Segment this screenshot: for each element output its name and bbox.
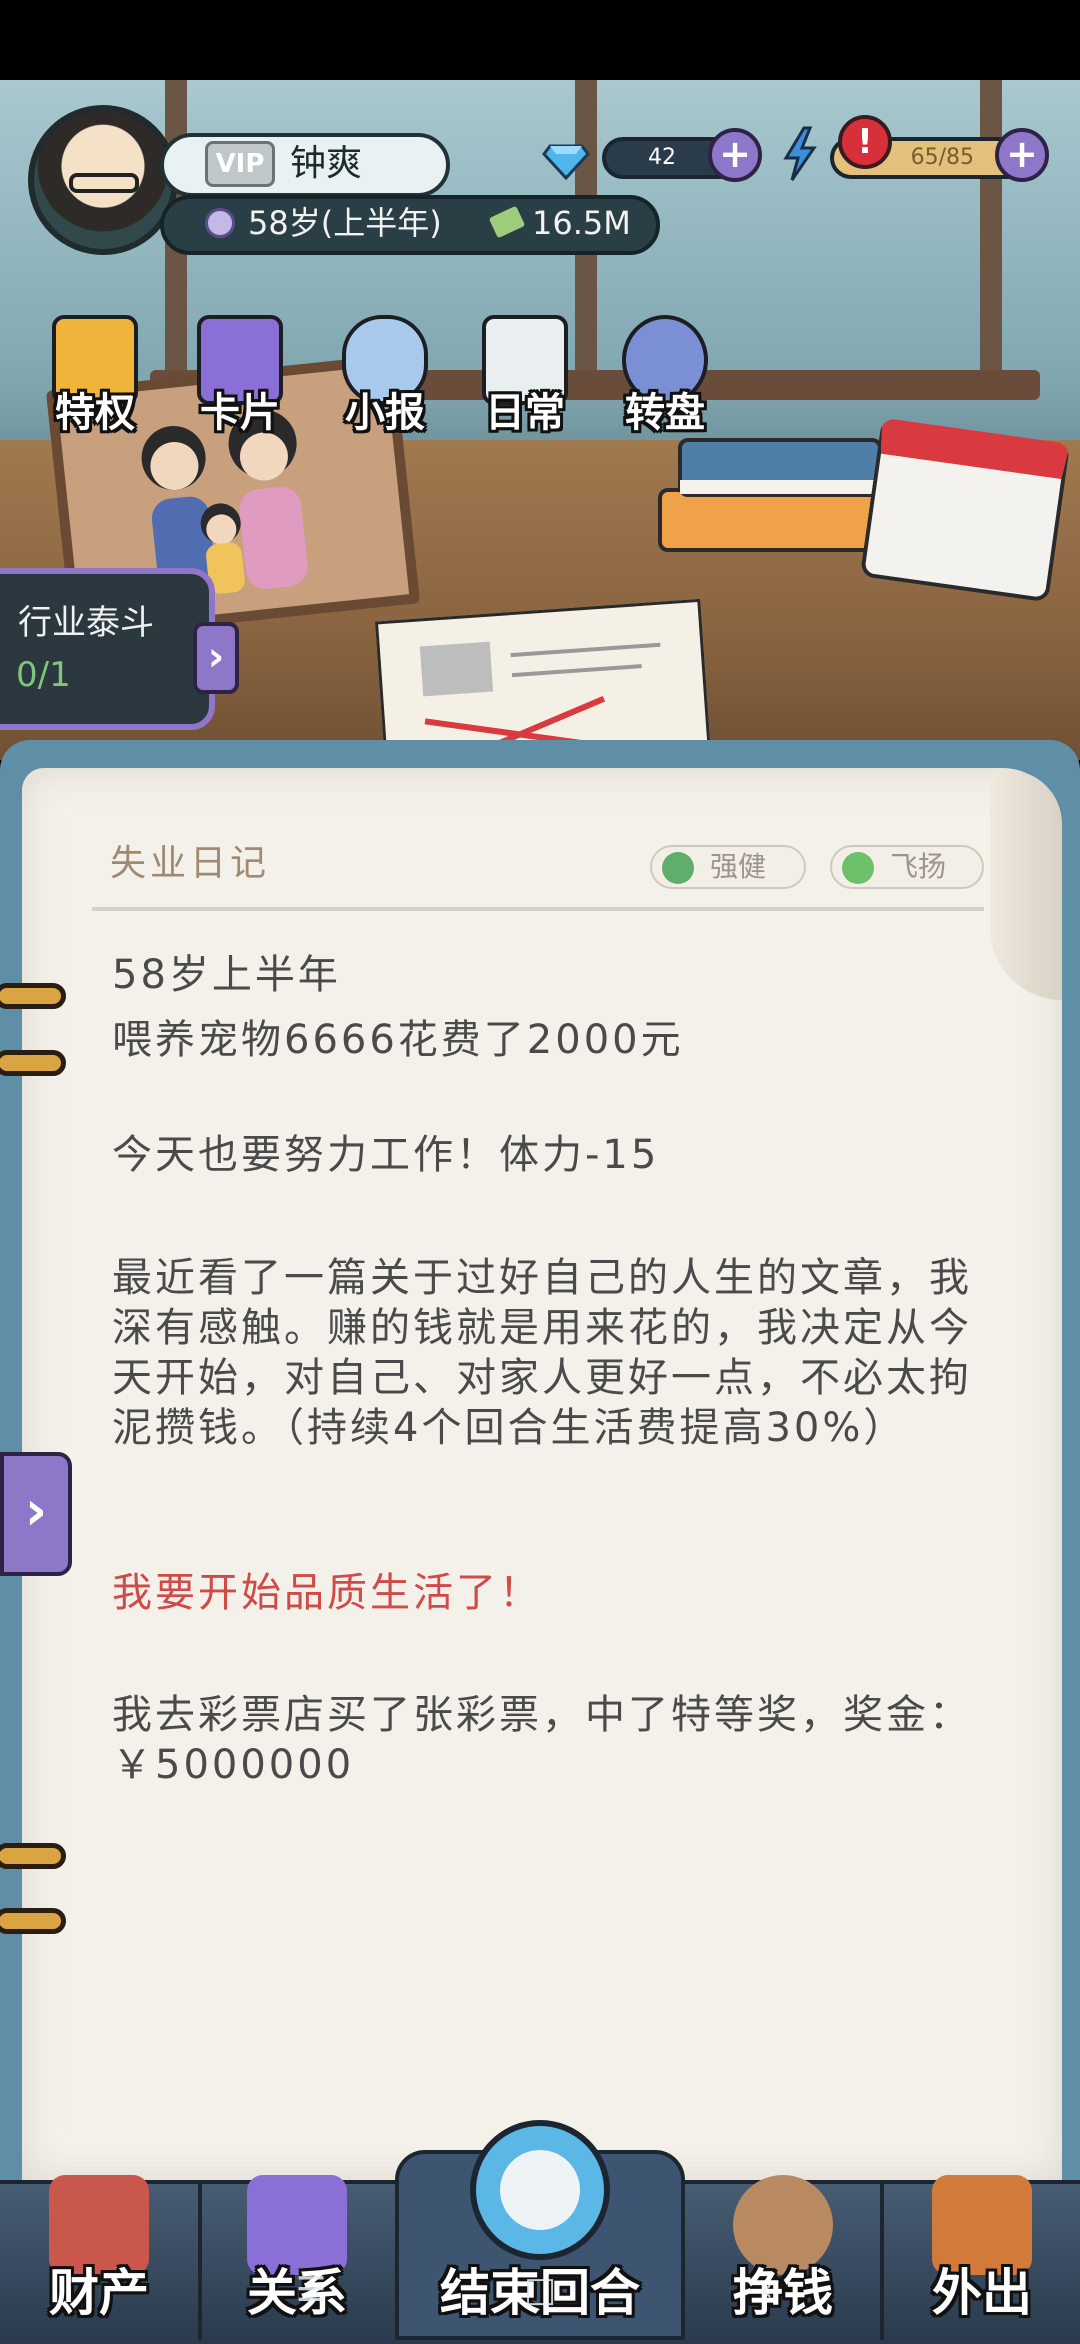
status-tag-mood: 飞扬 bbox=[830, 845, 984, 889]
page-curl bbox=[990, 770, 1062, 1000]
glasses-icon bbox=[69, 173, 139, 193]
window-frame bbox=[980, 80, 1002, 380]
calendar bbox=[859, 417, 1071, 603]
mission-panel[interactable] bbox=[0, 568, 215, 730]
diamond-icon bbox=[542, 144, 590, 181]
nav-go-out[interactable]: 外出 bbox=[884, 2175, 1080, 2340]
menu-daily[interactable]: 日常 bbox=[460, 315, 590, 445]
player-avatar[interactable] bbox=[28, 105, 178, 255]
system-menu-icon[interactable]: ☰ bbox=[296, 2270, 326, 2310]
heart-icon bbox=[842, 852, 874, 884]
player-name: 钟爽 bbox=[290, 143, 363, 184]
status-bar bbox=[0, 0, 1080, 80]
diary-entry: 最近看了一篇关于过好自己的人生的文章，我深有感触。赚的钱就是用来花的，我决定从今… bbox=[112, 1255, 972, 1451]
menu-wheel[interactable]: 转盘 bbox=[600, 315, 730, 445]
nav-earn[interactable]: 挣钱 bbox=[688, 2175, 878, 2340]
diary-entry: 喂养宠物6666花费了2000元 bbox=[112, 1017, 684, 1063]
player-cash: 16.5M bbox=[532, 204, 631, 242]
energy-bolt-icon bbox=[783, 126, 817, 181]
system-back-icon[interactable]: ‹ bbox=[760, 2270, 774, 2310]
diary-entry: 我去彩票店买了张彩票，中了特等奖，奖金：￥5000000 bbox=[112, 1692, 972, 1788]
side-expand-button[interactable]: › bbox=[0, 1452, 72, 1576]
health-icon bbox=[662, 852, 694, 884]
diary-title: 失业日记 bbox=[110, 843, 271, 884]
player-age: 58岁(上半年) bbox=[248, 204, 442, 242]
system-home-icon[interactable]: □ bbox=[524, 2270, 556, 2310]
menu-label: 小报 bbox=[345, 390, 425, 436]
status-tag-health: 强健 bbox=[650, 845, 806, 889]
binder-ring bbox=[0, 1908, 66, 1934]
nav-label: 挣钱 bbox=[733, 2264, 833, 2322]
binder-ring bbox=[0, 1843, 66, 1869]
menu-privilege[interactable]: 特权 bbox=[30, 315, 160, 445]
binder-ring bbox=[0, 1050, 66, 1076]
diary-divider bbox=[92, 907, 984, 911]
mission-progress: 0/1 bbox=[16, 655, 71, 695]
menu-label: 转盘 bbox=[625, 390, 705, 436]
diary-entry: 58岁上半年 bbox=[112, 952, 341, 998]
nav-relations[interactable]: 关系 bbox=[202, 2175, 392, 2340]
mission-title: 行业泰斗 bbox=[18, 603, 154, 643]
mission-expand-button[interactable]: › bbox=[193, 622, 239, 694]
add-energy-button[interactable]: + bbox=[995, 128, 1049, 182]
alert-icon[interactable]: ! bbox=[838, 115, 892, 169]
diary-entry-highlight: 我要开始品质生活了！ bbox=[112, 1570, 542, 1616]
menu-label: 日常 bbox=[485, 390, 565, 436]
nav-label: 财产 bbox=[49, 2264, 149, 2322]
menu-newspaper[interactable]: 小报 bbox=[320, 315, 450, 445]
diary-entry: 今天也要努力工作！体力-15 bbox=[112, 1132, 660, 1178]
end-turn-button[interactable]: 结束回合 bbox=[395, 2175, 685, 2340]
menu-cards[interactable]: 卡片 bbox=[175, 315, 305, 445]
nav-label: 外出 bbox=[932, 2264, 1032, 2322]
vip-badge[interactable]: VIP bbox=[205, 141, 275, 187]
binder-ring bbox=[0, 983, 66, 1009]
menu-label: 卡片 bbox=[200, 390, 280, 436]
add-diamonds-button[interactable]: + bbox=[708, 128, 762, 182]
clock-icon bbox=[205, 208, 235, 238]
tag-label: 飞扬 bbox=[890, 850, 947, 883]
menu-label: 特权 bbox=[55, 390, 135, 436]
nav-assets[interactable]: 财产 bbox=[0, 2175, 198, 2340]
tag-label: 强健 bbox=[710, 850, 767, 883]
